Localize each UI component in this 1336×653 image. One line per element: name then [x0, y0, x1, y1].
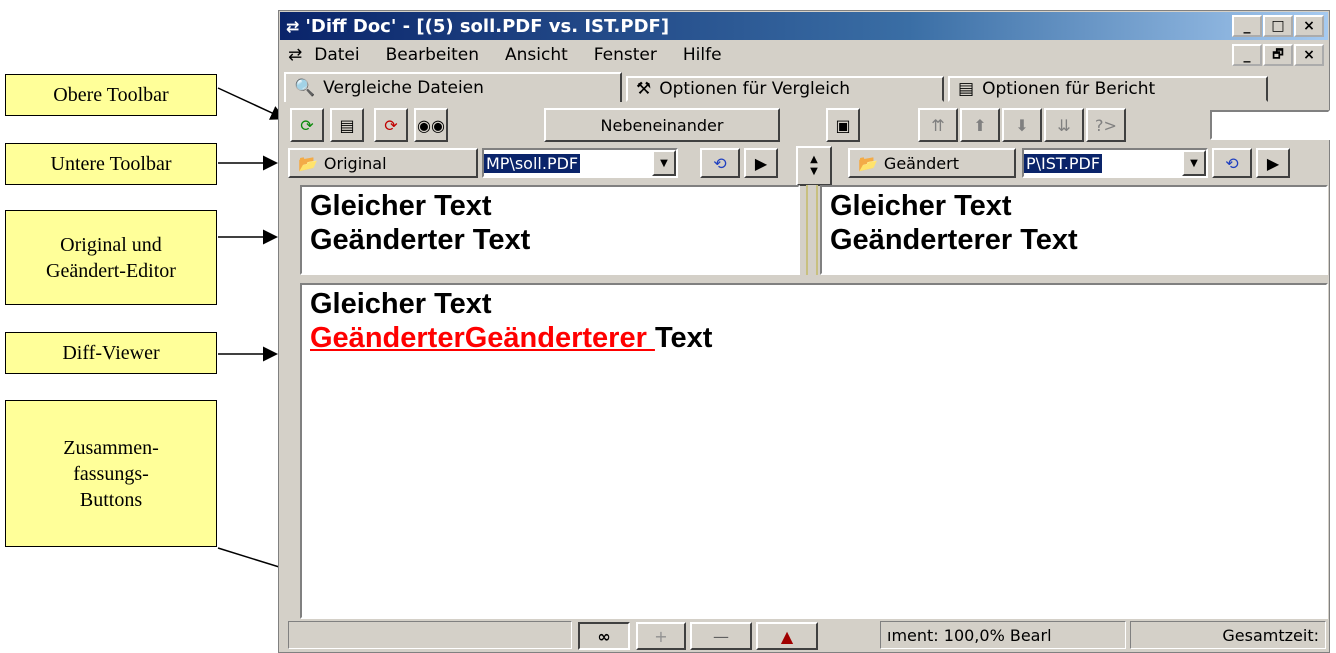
- changed-reload-button[interactable]: ⟲: [1212, 148, 1252, 178]
- original-line-2: Geänderter Text: [310, 224, 531, 256]
- original-path: MP\soll.PDF: [484, 153, 581, 173]
- menu-datei[interactable]: Datei: [314, 45, 359, 65]
- binoculars-icon: ◉◉: [417, 115, 445, 135]
- diff-unchanged-text: Text: [654, 322, 713, 354]
- splitter-spin-button[interactable]: ▲ ▼: [796, 146, 832, 186]
- original-path-combo[interactable]: MP\soll.PDF: [482, 148, 678, 178]
- editor-splitter[interactable]: [806, 185, 818, 275]
- summary-all-button[interactable]: ∞: [578, 622, 630, 650]
- title-bar: ⇄ 'Diff Doc' - [(5) soll.PDF vs. IST.PDF…: [280, 12, 1328, 40]
- status-left: [288, 621, 572, 649]
- status-time: Gesamtzeit:: [1130, 621, 1326, 649]
- changed-line-1: Gleicher Text: [830, 190, 1012, 222]
- folder-open-icon: 📂: [858, 153, 878, 173]
- changed-path-combo[interactable]: P\IST.PDF: [1022, 148, 1208, 178]
- diff-line-2: GeänderterGeänderterer Text: [310, 321, 1318, 355]
- report-icon: ▤: [958, 79, 975, 99]
- summary-deleted-button[interactable]: —: [690, 622, 752, 650]
- maximize-button[interactable]: □: [1263, 15, 1293, 37]
- tab-optionen-vergleich[interactable]: ⚒ Optionen für Vergleich: [626, 76, 944, 102]
- changed-path: P\IST.PDF: [1024, 153, 1103, 173]
- diff-number-field[interactable]: [1210, 110, 1330, 140]
- nebeneinander-button[interactable]: Nebeneinander: [544, 108, 780, 142]
- report-button[interactable]: ▣: [826, 108, 860, 142]
- diff-viewer[interactable]: Gleicher Text GeänderterGeänderterer Tex…: [300, 283, 1328, 619]
- menu-bar: ⇄ Datei Bearbeiten Ansicht Fenster Hilfe: [284, 42, 1184, 68]
- menu-fenster[interactable]: Fenster: [594, 45, 657, 65]
- compare-files-icon: 🔍: [294, 78, 316, 98]
- folder-open-icon: 📂: [298, 153, 318, 173]
- changed-editor[interactable]: Gleicher Text Geänderterer Text: [820, 185, 1328, 275]
- doc-icon: ⇄: [288, 45, 303, 65]
- diff-line-1: Gleicher Text: [310, 288, 492, 320]
- doc-restore-button[interactable]: 🗗: [1263, 44, 1293, 66]
- compare-button[interactable]: ⟳: [290, 108, 324, 142]
- doc-minimize-button[interactable]: _: [1232, 44, 1262, 66]
- original-dropdown-button[interactable]: ▼: [652, 150, 676, 176]
- original-editor[interactable]: Gleicher Text Geänderter Text: [300, 185, 800, 275]
- status-document: ıment: 100,0% Bearl: [880, 621, 1126, 649]
- last-diff-button[interactable]: ⇊: [1044, 108, 1084, 142]
- app-icon: ⇄: [286, 16, 300, 36]
- goto-diff-button[interactable]: ?>: [1086, 108, 1126, 142]
- original-button[interactable]: 📂 Original: [288, 148, 478, 178]
- menu-ansicht[interactable]: Ansicht: [505, 45, 568, 65]
- menu-bearbeiten[interactable]: Bearbeiten: [386, 45, 479, 65]
- changed-dropdown-button[interactable]: ▼: [1182, 150, 1206, 176]
- window-title: 'Diff Doc' - [(5) soll.PDF vs. IST.PDF]: [305, 15, 670, 37]
- menu-hilfe[interactable]: Hilfe: [683, 45, 722, 65]
- find-button[interactable]: ◉◉: [414, 108, 448, 142]
- first-diff-button[interactable]: ⇈: [918, 108, 958, 142]
- original-line-1: Gleicher Text: [310, 190, 492, 222]
- changed-line-2: Geänderterer Text: [830, 224, 1078, 256]
- changed-next-button[interactable]: ▶: [1256, 148, 1290, 178]
- tools-icon: ⚒: [636, 79, 652, 99]
- refresh-button[interactable]: ⟳: [374, 108, 408, 142]
- options-button[interactable]: ▤: [330, 108, 364, 142]
- summary-added-button[interactable]: +: [636, 622, 686, 650]
- diff-changed-text: GeänderterGeänderterer: [310, 322, 655, 354]
- summary-changed-button[interactable]: ▲: [756, 622, 818, 650]
- next-diff-button[interactable]: ⬇: [1002, 108, 1042, 142]
- tab-optionen-bericht[interactable]: ▤ Optionen für Bericht: [948, 76, 1268, 102]
- original-next-button[interactable]: ▶: [744, 148, 778, 178]
- changed-button[interactable]: 📂 Geändert: [848, 148, 1016, 178]
- close-button[interactable]: ×: [1294, 15, 1324, 37]
- minimize-button[interactable]: _: [1232, 15, 1262, 37]
- prev-diff-button[interactable]: ⬆: [960, 108, 1000, 142]
- original-reload-button[interactable]: ⟲: [700, 148, 740, 178]
- tab-vergleiche-dateien[interactable]: 🔍 Vergleiche Dateien: [284, 72, 622, 102]
- doc-close-button[interactable]: ×: [1294, 44, 1324, 66]
